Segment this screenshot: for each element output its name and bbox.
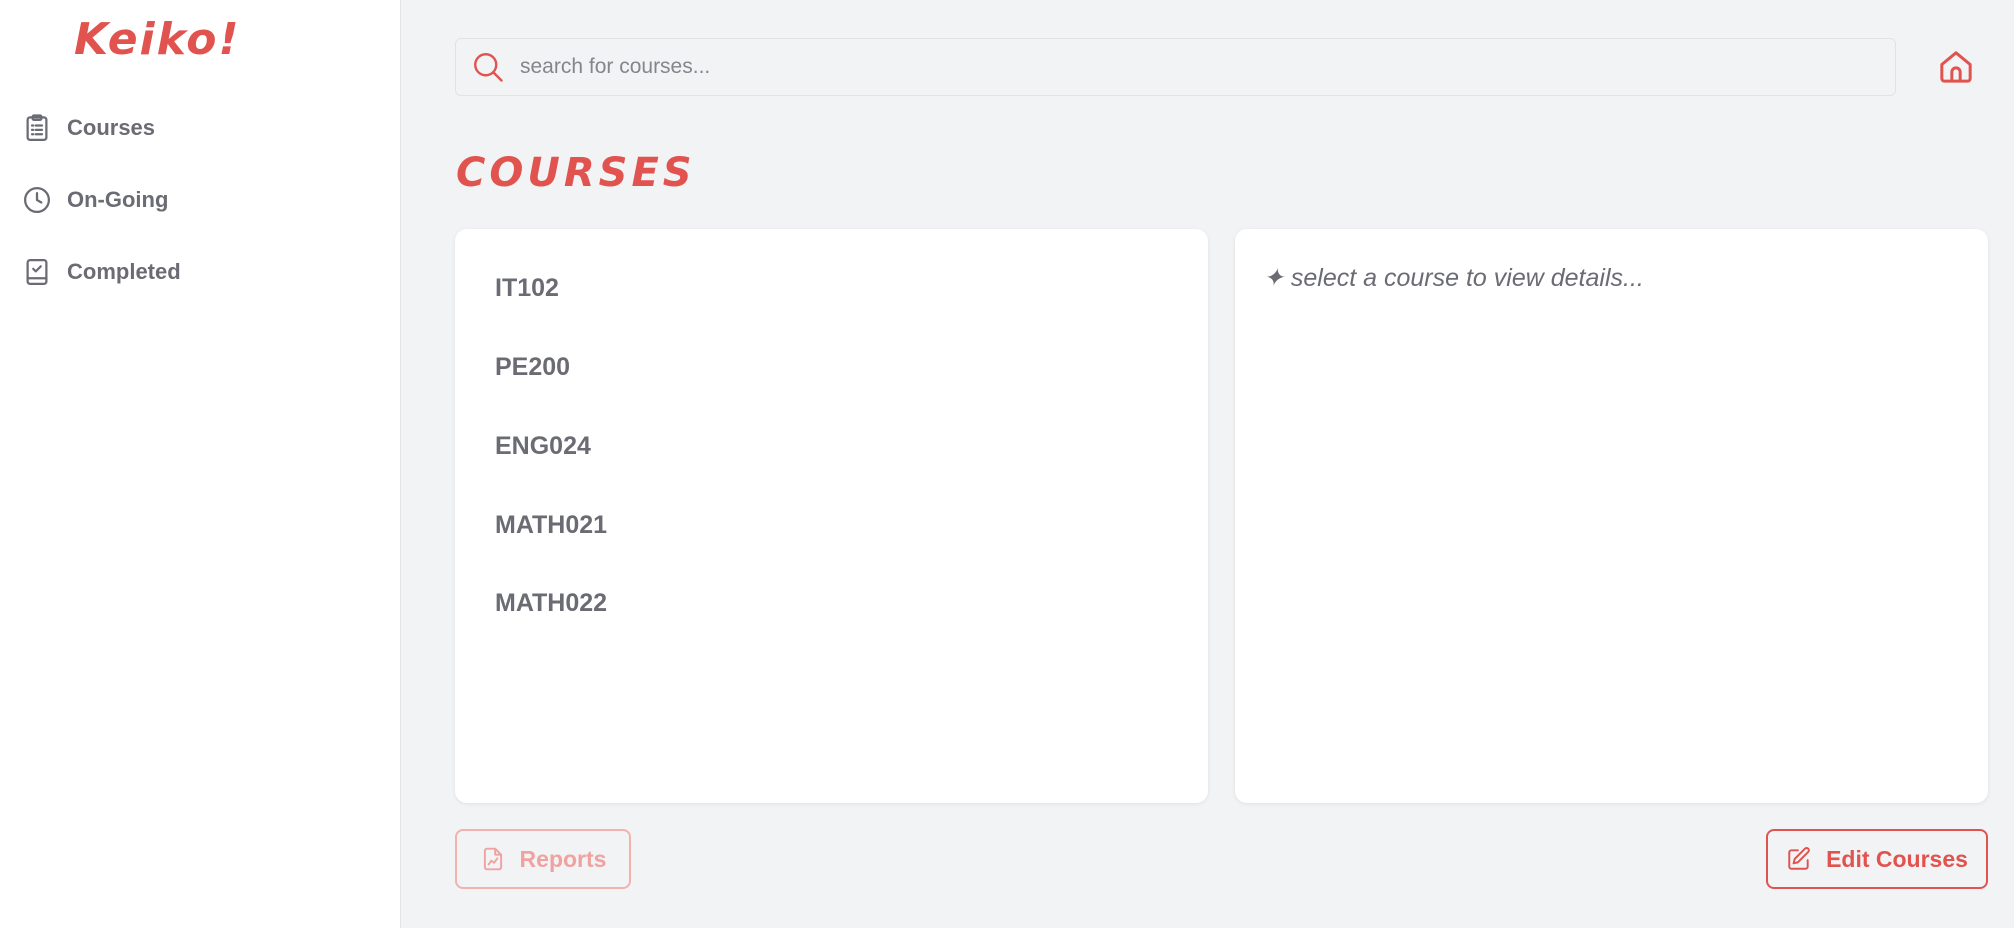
clipboard-list-icon [22,113,52,143]
search-input[interactable] [518,54,1822,80]
sidebar-item-label: Completed [67,259,181,284]
edit-courses-button-label: Edit Courses [1826,845,1968,872]
sidebar-item-label: Courses [67,115,156,140]
clipboard-check-icon [22,257,52,287]
sidebar-item-on-going[interactable]: On-Going [22,180,168,220]
edit-courses-button[interactable]: Edit Courses [1766,829,1988,889]
page-title: COURSES [456,150,696,196]
home-icon [1936,47,1976,92]
search-icon [470,49,506,85]
details-placeholder: ✦ select a course to view details... [1263,264,1644,292]
sidebar-item-courses[interactable]: Courses [22,108,155,148]
home-button[interactable] [1933,46,1979,92]
course-item-it102[interactable]: IT102 [495,274,559,303]
reports-button-label: Reports [519,845,607,872]
sidebar: Keiko! Courses On-Going Completed [0,0,401,928]
app-logo: Keiko! [74,14,241,65]
clock-icon [22,185,52,215]
course-item-eng024[interactable]: ENG024 [495,432,591,461]
sidebar-item-completed[interactable]: Completed [22,252,181,292]
course-item-math022[interactable]: MATH022 [495,589,607,618]
reports-button[interactable]: Reports [455,829,631,889]
course-list-panel: IT102 PE200 ENG024 MATH021 MATH022 [455,229,1208,803]
course-item-pe200[interactable]: PE200 [495,353,570,382]
file-chart-icon [480,846,506,872]
edit-icon [1786,846,1812,872]
sidebar-item-label: On-Going [67,187,169,212]
course-item-math021[interactable]: MATH021 [495,511,607,540]
search-bar [455,38,1896,96]
course-details-panel: ✦ select a course to view details... [1235,229,1988,803]
